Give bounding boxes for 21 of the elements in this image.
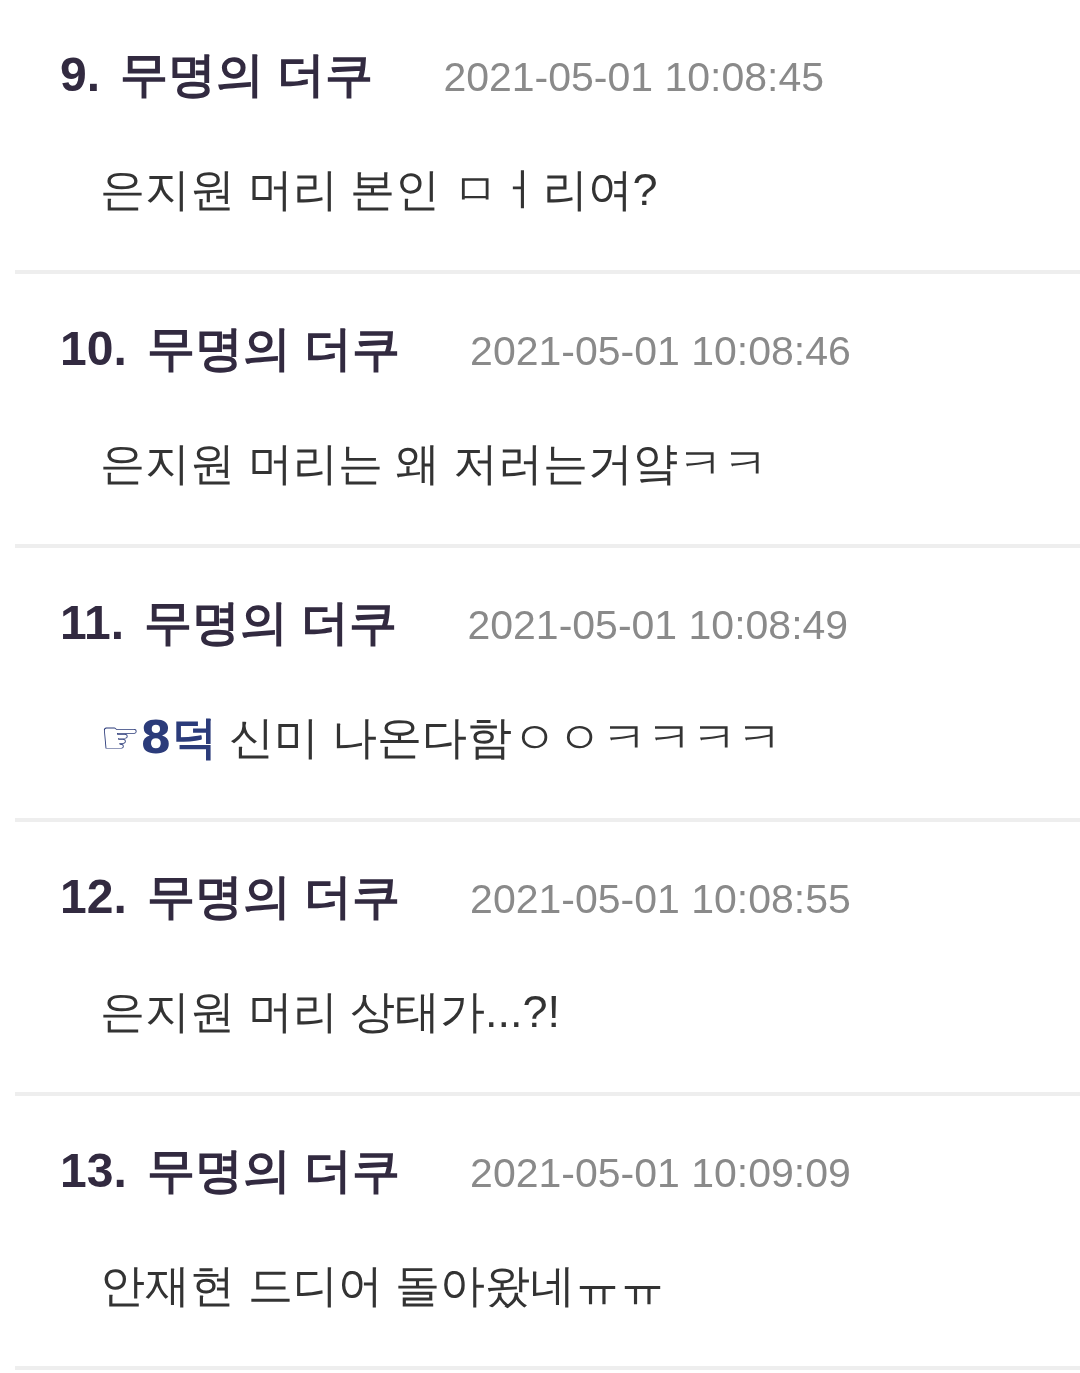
comment-text: ☞8덕 신미 나온다함ㅇㅇㅋㅋㅋㅋ (100, 710, 782, 766)
comment-text: 안재현 드디어 돌아왔네ㅠㅠ (100, 1259, 665, 1313)
comment-date: 2021-05-01 10:08:46 (470, 327, 851, 376)
comment-text: 은지원 머리 본인 ㅁㅓ리여? (100, 163, 658, 217)
comment-date: 2021-05-01 10:08:49 (467, 601, 849, 650)
comment-date: 2021-05-01 10:08:55 (470, 875, 851, 924)
comment-number: 10. (60, 324, 127, 374)
comment-author: 무명의 더쿠 (146, 1146, 401, 1196)
comment-author: 무명의 더쿠 (146, 324, 401, 374)
comment-date: 2021-05-01 10:08:45 (443, 53, 825, 102)
comment-author: 무명의 더쿠 (146, 872, 401, 922)
comment-number: 9. (60, 50, 101, 100)
comment-date: 2021-05-01 10:09:09 (470, 1149, 851, 1198)
reply-link[interactable]: ☞8덕 (100, 711, 217, 764)
comment-number: 11. (60, 598, 125, 648)
comment-author: 무명의 더쿠 (120, 50, 374, 100)
comment-number: 12. (60, 872, 127, 922)
comment-text: 은지원 머리는 왜 저러는거얔ㅋㅋ (100, 437, 768, 491)
comment-author: 무명의 더쿠 (144, 598, 398, 648)
comment-number: 13. (60, 1146, 127, 1196)
comment-text: 은지원 머리 상태가...?! (100, 985, 561, 1039)
